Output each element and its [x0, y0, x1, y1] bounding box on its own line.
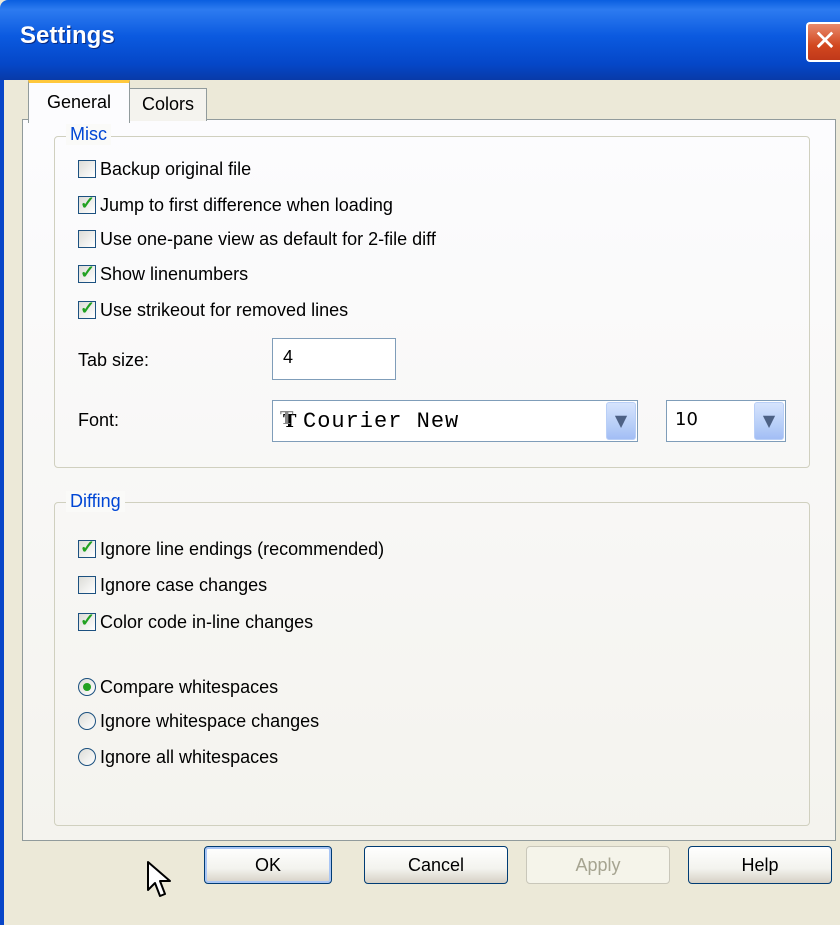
title-bar: Settings ✕: [0, 0, 840, 80]
checkbox-label: Use strikeout for removed lines: [100, 299, 349, 320]
checkmark-icon: ✓: [80, 610, 96, 630]
mouse-pointer-icon: [147, 861, 171, 897]
checkbox-label: Ignore line endings (recommended): [100, 538, 385, 559]
one-pane-view-checkbox[interactable]: Use one-pane view as default for 2-file …: [78, 226, 436, 252]
chevron-down-icon[interactable]: ▼: [754, 402, 784, 440]
checkbox-box[interactable]: ✓: [78, 298, 96, 319]
jump-to-first-difference-checkbox[interactable]: ✓ Jump to first difference when loading: [78, 192, 393, 218]
checkmark-icon: ✓: [80, 193, 96, 213]
font-label: Font:: [78, 410, 120, 430]
tab-colors[interactable]: Colors: [129, 88, 207, 121]
window-title: Settings: [20, 22, 115, 49]
close-icon: ✕: [813, 24, 837, 57]
font-select-value: Courier New: [303, 409, 460, 434]
ignore-whitespace-changes-radio[interactable]: Ignore whitespace changes: [78, 708, 319, 734]
tab-general[interactable]: General: [28, 80, 130, 123]
color-code-inline-changes-checkbox[interactable]: ✓ Color code in-line changes: [78, 609, 313, 635]
misc-legend: Misc: [66, 124, 111, 145]
checkmark-icon: ✓: [80, 298, 96, 318]
compare-whitespaces-radio[interactable]: Compare whitespaces: [78, 674, 278, 700]
checkbox-box[interactable]: ✓: [78, 610, 96, 631]
diffing-legend: Diffing: [66, 491, 125, 512]
checkbox-box[interactable]: [78, 576, 96, 594]
checkbox-label: Use one-pane view as default for 2-file …: [100, 228, 436, 249]
ignore-case-changes-checkbox[interactable]: Ignore case changes: [78, 572, 267, 598]
checkbox-label: Ignore case changes: [100, 574, 268, 595]
radio-label: Compare whitespaces: [100, 676, 279, 697]
ignore-line-endings-checkbox[interactable]: ✓ Ignore line endings (recommended): [78, 536, 384, 562]
backup-original-file-checkbox[interactable]: Backup original file: [78, 156, 251, 182]
radio-button[interactable]: [78, 712, 96, 730]
font-select[interactable]: TT Courier New ▼: [272, 400, 638, 442]
window-frame: [0, 80, 4, 925]
ignore-all-whitespaces-radio[interactable]: Ignore all whitespaces: [78, 744, 278, 770]
show-linenumbers-checkbox[interactable]: ✓ Show linenumbers: [78, 261, 248, 287]
use-strikeout-checkbox[interactable]: ✓ Use strikeout for removed lines: [78, 297, 348, 323]
checkbox-label: Color code in-line changes: [100, 611, 314, 632]
checkbox-box[interactable]: ✓: [78, 193, 96, 214]
checkbox-box[interactable]: [78, 230, 96, 248]
radio-button[interactable]: [78, 678, 96, 696]
checkbox-label: Backup original file: [100, 158, 252, 179]
font-size-value: 10: [675, 409, 698, 430]
checkbox-box[interactable]: ✓: [78, 537, 96, 558]
tab-size-label: Tab size:: [78, 350, 150, 370]
radio-label: Ignore all whitespaces: [100, 746, 279, 767]
chevron-down-icon[interactable]: ▼: [606, 402, 636, 440]
checkbox-label: Show linenumbers: [100, 263, 249, 284]
radio-button[interactable]: [78, 748, 96, 766]
font-size-select[interactable]: 10 ▼: [666, 400, 786, 442]
apply-button[interactable]: Apply: [526, 846, 670, 884]
radio-dot-icon: [83, 683, 91, 691]
help-button[interactable]: Help: [688, 846, 832, 884]
checkmark-icon: ✓: [80, 537, 96, 557]
checkbox-label: Jump to first difference when loading: [100, 194, 393, 215]
ok-button[interactable]: OK: [204, 846, 332, 884]
close-button[interactable]: ✕: [806, 22, 840, 62]
checkbox-box[interactable]: [78, 160, 96, 178]
checkbox-box[interactable]: ✓: [78, 262, 96, 283]
checkmark-icon: ✓: [80, 262, 96, 282]
truetype-font-icon: TT: [280, 408, 297, 432]
tab-size-input[interactable]: 4: [272, 338, 396, 380]
cancel-button[interactable]: Cancel: [364, 846, 508, 884]
radio-label: Ignore whitespace changes: [100, 710, 320, 731]
